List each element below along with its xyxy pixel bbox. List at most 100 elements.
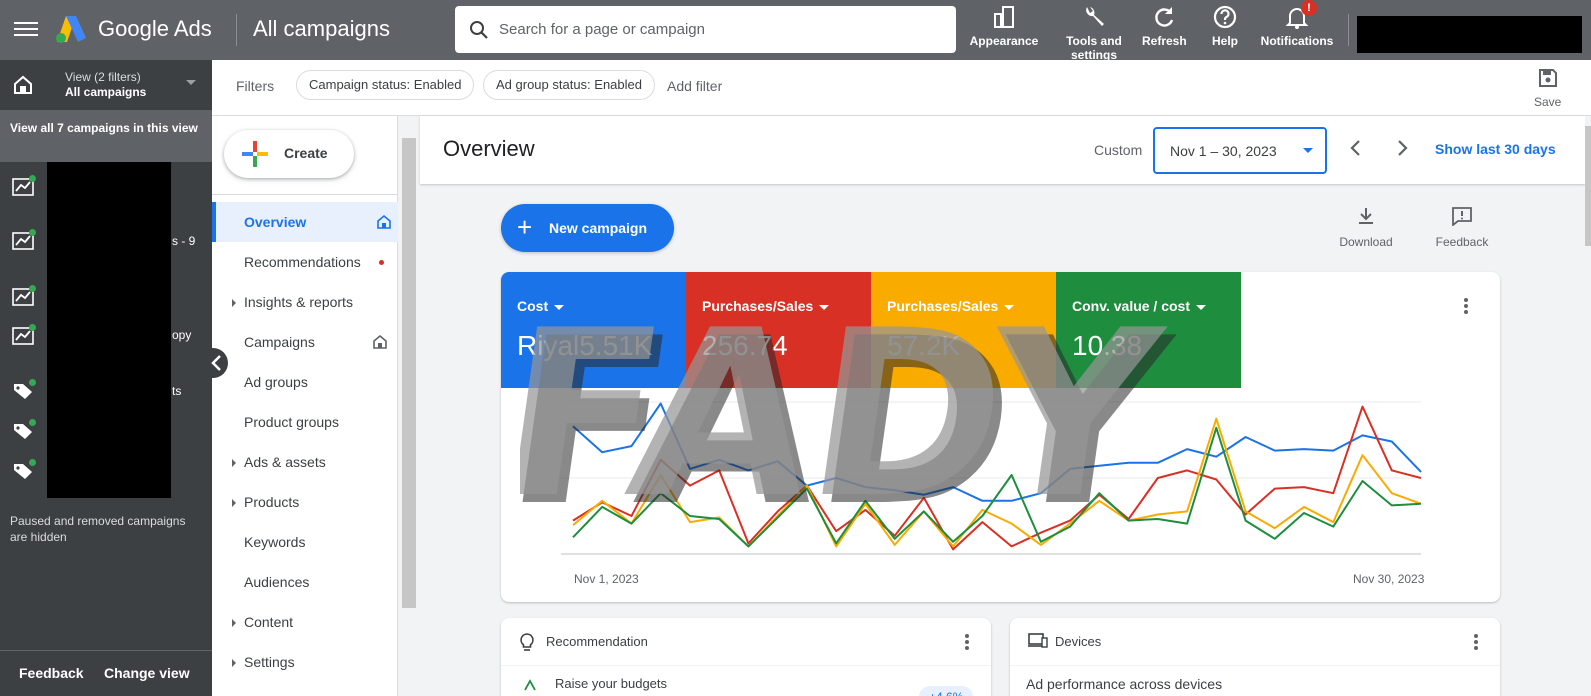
metric-value: 10.38 [1072, 330, 1143, 361]
menu-item-product-groups[interactable]: Product groups [212, 402, 398, 442]
hidden-campaigns-note: Paused and removed campaigns are hidden [10, 514, 186, 544]
save-button[interactable]: Save [1534, 68, 1561, 109]
next-period-button[interactable] [1396, 138, 1410, 158]
metric-name: Conv. value / cost [1072, 298, 1190, 314]
menu-item-content[interactable]: Content [212, 602, 398, 642]
nav-footer: Feedback Change view [0, 650, 212, 696]
metric-tile-purchases-sales[interactable]: Purchases/Sales 256.74 [686, 272, 871, 388]
campaign-item[interactable] [12, 285, 36, 306]
plus-icon: + [517, 212, 533, 242]
header-divider [236, 14, 237, 46]
view-all-campaigns[interactable]: View all 7 campaigns in this view [0, 110, 212, 162]
campaign-name-fragment: opy [172, 328, 192, 342]
devices-subtitle: Ad performance across devices [1026, 676, 1223, 692]
overview-header: Overview Custom Nov 1 – 30, 2023 Show la… [420, 116, 1585, 184]
view-selector[interactable]: View (2 filters) All campaigns [0, 60, 212, 110]
add-filter-button[interactable]: Add filter [667, 78, 722, 94]
feedback-button[interactable]: Feedback [1430, 206, 1494, 249]
campaign-item[interactable] [12, 379, 36, 400]
appearance-button[interactable]: Appearance [965, 4, 1043, 48]
feedback-link[interactable]: Feedback [19, 665, 84, 681]
search-box[interactable] [455, 6, 956, 53]
metric-tile-cost[interactable]: Cost Riyal5.51K [501, 272, 686, 388]
performance-line-chart [561, 401, 1422, 555]
refresh-icon [1155, 7, 1174, 27]
google-ads-logo [56, 16, 86, 43]
filter-chip-ad-group-status[interactable]: Ad group status: Enabled [483, 70, 655, 100]
download-icon [1359, 208, 1373, 224]
menu-item-insights-reports[interactable]: Insights & reports [212, 282, 398, 322]
card-header: Devices [1010, 618, 1500, 666]
expand-icon [232, 659, 236, 667]
menu-item-products[interactable]: Products [212, 482, 398, 522]
campaign-item[interactable] [12, 175, 36, 196]
metric-value: 256.74 [702, 330, 788, 361]
filter-chip-campaign-status[interactable]: Campaign status: Enabled [296, 70, 475, 100]
main-scroll-thumb[interactable] [1585, 126, 1591, 246]
menu-item-campaigns[interactable]: Campaigns [212, 322, 398, 362]
menu-item-label: Ad groups [244, 374, 308, 390]
devices-card: Devices Ad performance across devices [1010, 618, 1500, 696]
search-icon [470, 20, 488, 39]
chart-series-line-0 [572, 402, 1422, 502]
feedback-label: Feedback [1435, 235, 1489, 249]
menu-item-ad-groups[interactable]: Ad groups [212, 362, 398, 402]
previous-period-button[interactable] [1348, 138, 1362, 158]
campaign-item[interactable] [12, 419, 36, 440]
tools-and-settings-button[interactable]: Tools and settings [1054, 4, 1134, 62]
metric-tile-purchases-sales-value[interactable]: Purchases/Sales 57.2K [871, 272, 1056, 388]
main-scrollbar[interactable] [1585, 116, 1591, 696]
devices-icon [1028, 633, 1048, 648]
page-title: All campaigns [253, 16, 390, 41]
chevron-down-icon [186, 80, 196, 85]
search-input[interactable] [499, 21, 919, 38]
view-value: All campaigns [65, 85, 147, 99]
help-button[interactable]: Help [1209, 4, 1241, 48]
menu-item-overview[interactable]: Overview [212, 202, 398, 242]
uplift-badge: +4.6% [919, 686, 974, 696]
campaign-item[interactable] [12, 324, 36, 345]
menu-item-keywords[interactable]: Keywords [212, 522, 398, 562]
more-options-icon[interactable] [965, 632, 969, 652]
campaign-item[interactable] [12, 459, 36, 480]
chart-series-line-2 [572, 417, 1422, 548]
menu-item-ads-assets[interactable]: Ads & assets [212, 442, 398, 482]
metric-value: Riyal5.51K [517, 330, 653, 361]
save-icon [1538, 69, 1557, 87]
more-options-icon[interactable] [1464, 296, 1468, 316]
download-button[interactable]: Download [1334, 206, 1398, 249]
campaign-item[interactable] [12, 229, 36, 250]
tools-and-settings-label: Tools and settings [1066, 34, 1122, 62]
recommendation-item[interactable]: Raise your budgets [555, 676, 667, 691]
show-last-30-days-link[interactable]: Show last 30 days [1435, 141, 1556, 157]
account-redacted[interactable] [1357, 16, 1582, 53]
change-view-link[interactable]: Change view [104, 665, 190, 681]
recommendation-card: Recommendation Raise your budgets +4.6% [501, 618, 991, 696]
new-campaign-label: New campaign [549, 220, 648, 236]
appearance-label: Appearance [969, 34, 1039, 48]
performance-summary-card: Cost Riyal5.51K Purchases/Sales 256.74 P… [501, 272, 1500, 602]
expand-icon [232, 499, 236, 507]
refresh-label: Refresh [1142, 34, 1187, 48]
collapse-nav-button[interactable] [206, 348, 228, 378]
notifications-button[interactable]: ! Notifications [1258, 0, 1336, 48]
date-range-select[interactable]: Nov 1 – 30, 2023 [1153, 127, 1327, 174]
create-button[interactable]: Create [224, 130, 354, 178]
menu-item-settings[interactable]: Settings [212, 642, 398, 682]
metric-name: Purchases/Sales [702, 298, 814, 314]
metric-tile-conv-value-cost[interactable]: Conv. value / cost 10.38 [1056, 272, 1241, 388]
refresh-button[interactable]: Refresh [1142, 4, 1187, 48]
menu-item-recommendations[interactable]: Recommendations [212, 242, 398, 282]
more-options-icon[interactable] [1474, 632, 1478, 652]
page-menu-scroll-thumb[interactable] [402, 138, 416, 608]
new-campaign-button[interactable]: + New campaign [501, 204, 674, 252]
x-axis-end-label: Nov 30, 2023 [1353, 572, 1425, 586]
home-icon [377, 214, 391, 229]
alert-dot [379, 260, 384, 265]
chevron-down-icon [1196, 304, 1206, 310]
menu-item-audiences[interactable]: Audiences [212, 562, 398, 602]
save-label: Save [1534, 95, 1562, 109]
download-label: Download [1339, 235, 1393, 249]
chevron-down-icon [1303, 148, 1313, 153]
menu-icon[interactable] [14, 18, 38, 42]
